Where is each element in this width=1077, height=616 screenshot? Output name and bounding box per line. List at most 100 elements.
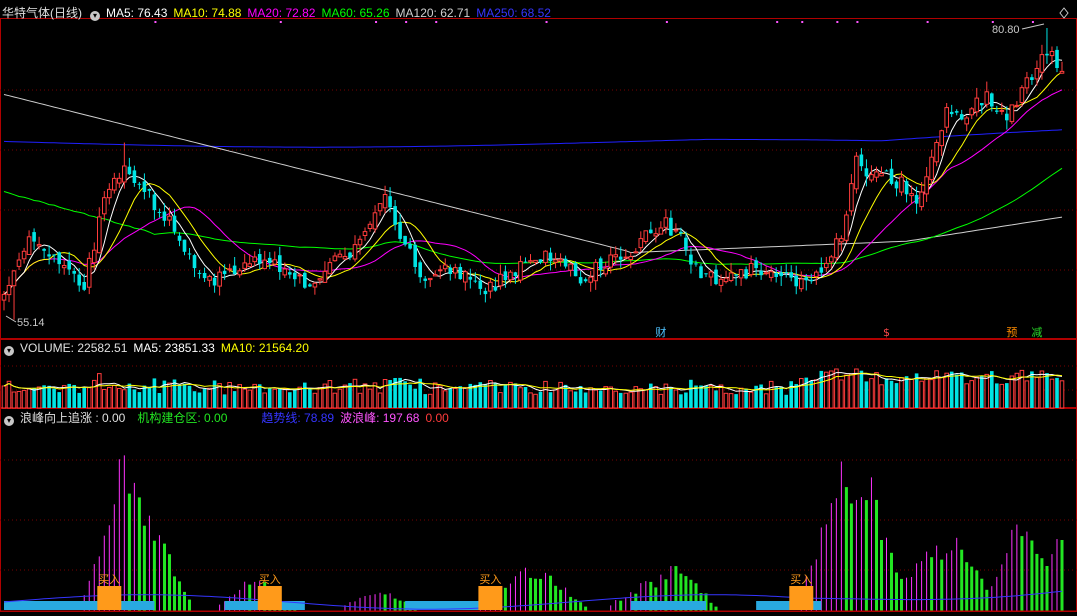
candle-body-up xyxy=(944,107,950,128)
volume-bar-down xyxy=(458,386,463,408)
volume-bar-up xyxy=(362,383,368,409)
inst-build-bar xyxy=(1035,553,1039,611)
indicator-dropdown-icon[interactable]: ▾ xyxy=(4,416,14,426)
candle-body-up xyxy=(297,274,303,277)
volume-bar-up xyxy=(317,387,323,409)
ma250-line xyxy=(3,129,1063,148)
volume-bar-down xyxy=(789,381,793,408)
volume-bar-up xyxy=(929,379,934,409)
candle-body-down xyxy=(348,252,352,258)
candle-body-up xyxy=(6,285,12,296)
volume-bar-up xyxy=(21,389,27,409)
candle-body-down xyxy=(734,274,738,276)
candle-body-up xyxy=(498,273,503,287)
volume-bar-down xyxy=(689,379,693,408)
candle-body-down xyxy=(809,279,814,282)
candle-body-down xyxy=(789,272,793,278)
candle-body-up xyxy=(603,267,609,275)
candle-body-up xyxy=(322,270,328,283)
volume-bar-up xyxy=(608,386,614,409)
volume-panel-header: ▾ VOLUME: 22582.51 MA5: 23851.33 MA10: 2156… xyxy=(2,340,315,356)
candle-body-down xyxy=(503,271,508,281)
candle-body-up xyxy=(252,256,257,263)
candle-body-down xyxy=(949,111,954,115)
candle-body-up xyxy=(16,259,22,267)
volume-bar-up xyxy=(623,392,629,409)
volume-bar-up xyxy=(834,368,839,409)
volume-bar-up xyxy=(844,374,849,409)
candle-body-up xyxy=(102,197,107,215)
candle-body-up xyxy=(442,264,448,270)
volume-bar-up xyxy=(874,372,879,409)
volume-bar-up xyxy=(352,378,358,409)
inst-zone-block xyxy=(4,601,155,610)
inst-build-bar xyxy=(137,497,141,611)
volume-bar-up xyxy=(1009,375,1015,409)
volume-bar-down xyxy=(889,380,894,408)
volume-bar-up xyxy=(312,392,318,409)
settings-dropdown-icon[interactable]: ▾ xyxy=(90,11,100,21)
volume-bar-up xyxy=(86,387,92,409)
candle-body-down xyxy=(744,269,748,279)
volume-bar-down xyxy=(82,387,86,408)
candle-body-up xyxy=(653,233,659,237)
candle-body-down xyxy=(679,231,683,234)
volume-dropdown-icon[interactable]: ▾ xyxy=(4,346,14,356)
volume-bar-down xyxy=(147,386,152,408)
volume-bar-down xyxy=(669,387,673,408)
candle-body-up xyxy=(97,216,102,254)
volume-bar-down xyxy=(473,384,478,408)
volume-bar-down xyxy=(157,393,162,408)
candle-body-down xyxy=(448,267,453,274)
candle-body-down xyxy=(202,273,207,279)
inst-build-bar xyxy=(900,578,903,611)
volume-bar-down xyxy=(503,384,508,408)
volume-bar-up xyxy=(673,389,679,409)
candle-body-up xyxy=(869,174,874,181)
inst-build-bar xyxy=(183,591,186,611)
volume-bar-down xyxy=(954,374,959,408)
signal-dot xyxy=(801,21,804,23)
candle-body-down xyxy=(293,272,297,280)
candle-body-up xyxy=(317,278,323,281)
signal-dot xyxy=(665,21,668,23)
candle-body-down xyxy=(794,275,798,287)
signal-dot xyxy=(926,21,929,23)
candle-body-up xyxy=(488,281,493,292)
buy-signal-label: 买入 xyxy=(479,573,501,586)
candle-body-up xyxy=(327,262,333,275)
volume-bar-down xyxy=(202,388,207,408)
inst-build-bar xyxy=(559,589,563,611)
candle-body-up xyxy=(112,177,117,191)
volume-ma10-value: MA10: 21564.20 xyxy=(220,341,309,355)
candle-body-up xyxy=(899,176,904,193)
candle-body-up xyxy=(332,255,338,262)
candle-body-up xyxy=(1009,104,1015,123)
candle-body-up xyxy=(708,271,714,278)
volume-bar-up xyxy=(588,387,594,409)
volume-bar-up xyxy=(1024,380,1030,409)
volume-bar-up xyxy=(1034,376,1040,409)
candle-body-down xyxy=(563,258,568,267)
candle-body-down xyxy=(473,280,478,282)
candle-body-down xyxy=(418,262,422,278)
candle-body-up xyxy=(362,231,368,237)
main-panel-header: 华特气体(日线) ▾ MA5: 76.43 MA10: 74.88 MA20: 72.8… xyxy=(2,5,557,21)
candle-body-up xyxy=(673,229,679,232)
candle-body-up xyxy=(92,249,97,264)
price-low-label: 55.14 xyxy=(17,317,45,329)
volume-bar-down xyxy=(132,389,137,408)
volume-bar-up xyxy=(799,378,804,409)
candle-body-down xyxy=(47,254,51,257)
volume-bar-up xyxy=(533,393,538,409)
volume-bar-up xyxy=(748,391,754,409)
inst-build-bar xyxy=(549,575,552,611)
candle-body-up xyxy=(61,265,67,269)
volume-bar-down xyxy=(293,389,297,408)
inst-build-bar xyxy=(398,600,402,611)
candle-body-down xyxy=(1030,77,1034,80)
candle-body-down xyxy=(904,181,909,195)
volume-bar-up xyxy=(282,388,288,409)
volume-bar-up xyxy=(207,387,212,409)
inst-build-bar xyxy=(709,602,713,611)
